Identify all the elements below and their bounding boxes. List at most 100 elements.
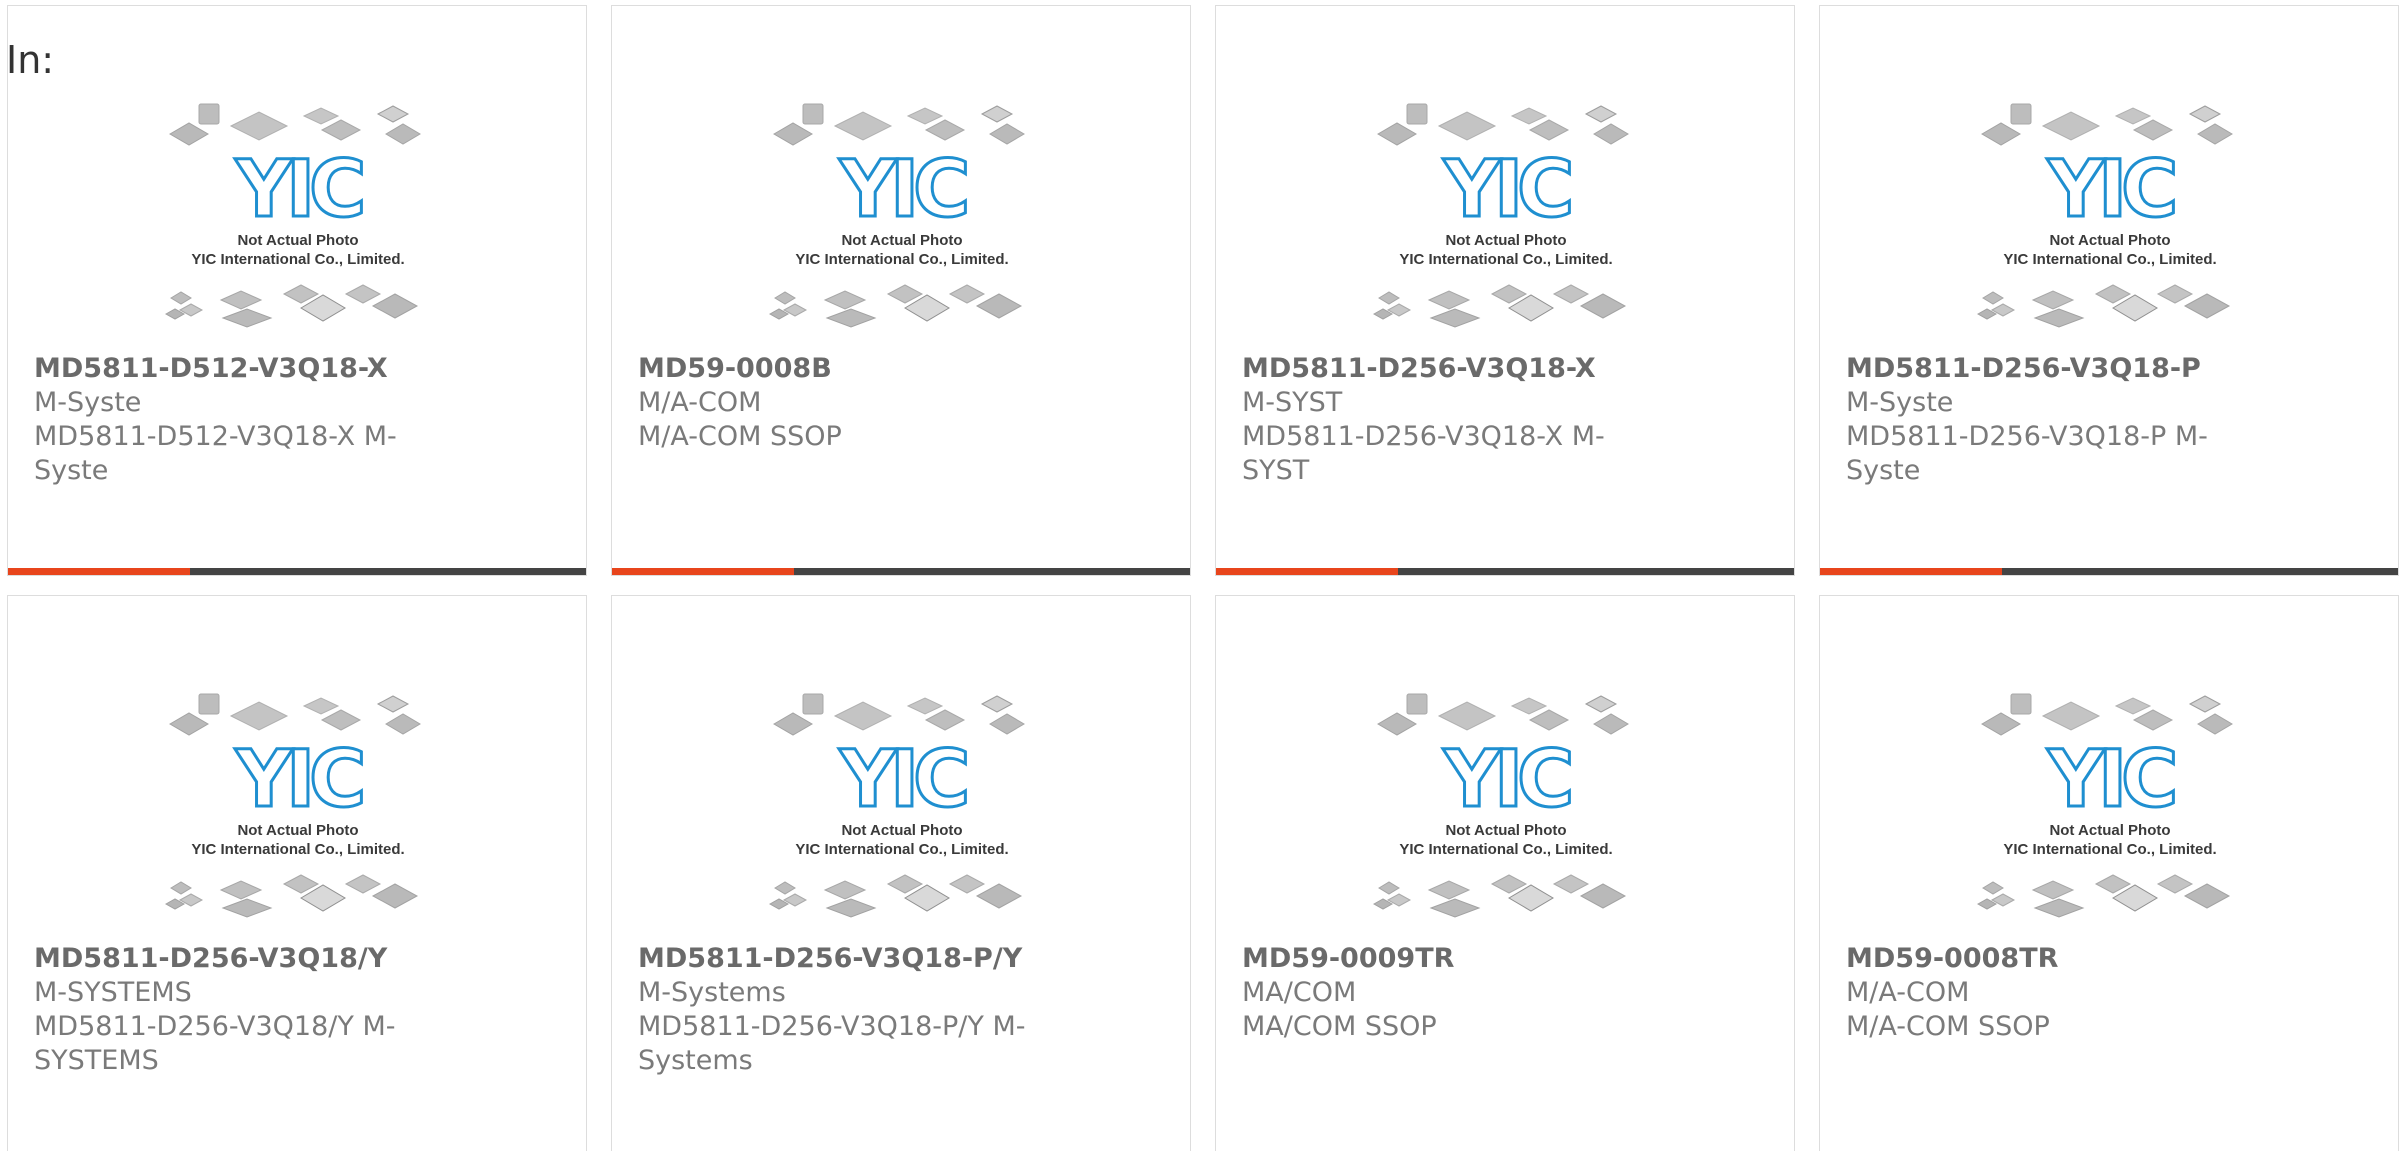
product-image[interactable]: YIC Not Actual Photo YIC International Co.… xyxy=(1371,686,1641,931)
product-card[interactable]: YIC Not Actual Photo YIC International Co.… xyxy=(7,595,587,1151)
chip-shape xyxy=(302,697,340,715)
product-description: MD5811-D256-V3Q18-X M-SYST xyxy=(1242,421,1605,486)
product-manufacturer: M-Systems xyxy=(638,977,786,1008)
chip-shape xyxy=(385,123,421,145)
chip-shape xyxy=(2132,709,2174,731)
chip-shape xyxy=(1981,712,2021,736)
product-part-number[interactable]: MD5811-D256-V3Q18-P xyxy=(1846,352,2366,386)
chip-shape xyxy=(989,713,1025,735)
chip-shape xyxy=(170,291,192,305)
chip-shape xyxy=(2031,880,2075,900)
product-card[interactable]: YIC Not Actual Photo YIC International Co.… xyxy=(1215,595,1795,1151)
chip-shape xyxy=(2114,107,2152,125)
product-card[interactable]: YIC Not Actual Photo YIC International Co.… xyxy=(7,5,587,576)
card-bottom-bar xyxy=(1216,568,1794,575)
chip-shape xyxy=(980,695,1014,713)
chip-shape xyxy=(1982,881,2004,895)
chip-shape xyxy=(823,290,867,310)
product-card[interactable]: YIC Not Actual Photo YIC International Co.… xyxy=(611,595,1191,1151)
product-manufacturer: M-SYSTEMS xyxy=(34,977,192,1008)
chip-shape xyxy=(2156,874,2194,894)
chip-shape xyxy=(2041,701,2101,731)
product-image[interactable]: YIC Not Actual Photo YIC International Co.… xyxy=(1371,96,1641,341)
chip-shape xyxy=(975,293,1023,319)
chip-shape xyxy=(1490,284,1528,304)
yic-logo: YIC xyxy=(839,735,967,825)
product-card[interactable]: YIC Not Actual Photo YIC International Co.… xyxy=(1215,5,1795,576)
chip-shape xyxy=(2188,695,2222,713)
chip-shape xyxy=(1378,881,1400,895)
placeholder-photo: YICNot Actual Photo YIC International Co.… xyxy=(768,103,1025,328)
chip-shape xyxy=(886,874,924,894)
not-actual-photo-caption: Not Actual Photo xyxy=(237,232,358,249)
product-image[interactable]: YIC Not Actual Photo YIC International Co.… xyxy=(767,96,1037,341)
chip-shape xyxy=(1406,693,1428,715)
chip-illustrations: YICNot Actual Photo YIC International Co.… xyxy=(1976,693,2233,918)
product-card[interactable]: YIC Not Actual Photo YIC International Co.… xyxy=(1819,595,2399,1151)
card-bar-accent xyxy=(612,568,794,575)
chip-shape xyxy=(823,880,867,900)
chip-illustrations: YICNot Actual Photo YIC International Co.… xyxy=(1372,693,1629,918)
product-image[interactable]: YIC Not Actual Photo YIC International Co.… xyxy=(163,96,433,341)
chip-shape xyxy=(385,713,421,735)
chip-shape xyxy=(302,107,340,125)
product-part-number[interactable]: MD5811-D256-V3Q18-P/Y xyxy=(638,942,1158,976)
placeholder-photo: YICNot Actual Photo YIC International Co.… xyxy=(164,693,421,918)
yic-logo: YIC xyxy=(1443,145,1571,235)
chip-shape xyxy=(371,883,419,909)
chip-shape xyxy=(221,898,273,918)
yic-logo: YIC xyxy=(235,145,363,235)
chip-shape xyxy=(2010,103,2032,125)
chip-shape xyxy=(975,883,1023,909)
chip-shape xyxy=(825,898,877,918)
chip-shape xyxy=(1593,123,1629,145)
product-description: MD5811-D256-V3Q18-P M-Syste xyxy=(1846,421,2208,486)
product-part-number[interactable]: MD5811-D256-V3Q18/Y xyxy=(34,942,554,976)
chip-shape xyxy=(376,695,410,713)
product-part-number[interactable]: MD59-0009TR xyxy=(1242,942,1762,976)
product-manufacturer: M/A-COM xyxy=(638,387,762,418)
product-image[interactable]: YIC Not Actual Photo YIC International Co.… xyxy=(767,686,1037,931)
product-part-number[interactable]: MD59-0008TR xyxy=(1846,942,2366,976)
product-part-number[interactable]: MD5811-D256-V3Q18-X xyxy=(1242,352,1762,386)
product-manufacturer: M/A-COM xyxy=(1846,977,1970,1008)
product-part-number[interactable]: MD59-0008B xyxy=(638,352,1158,386)
chip-shape xyxy=(221,308,273,328)
placeholder-photo: YICNot Actual Photo YIC International Co.… xyxy=(1372,693,1629,918)
chip-shape xyxy=(2033,308,2085,328)
chip-shape xyxy=(1584,695,1618,713)
chip-shape xyxy=(1490,874,1528,894)
chip-shape xyxy=(2031,290,2075,310)
product-image[interactable]: YIC Not Actual Photo YIC International Co.… xyxy=(163,686,433,931)
chip-shape xyxy=(924,709,966,731)
chip-shape xyxy=(229,701,289,731)
chip-shape xyxy=(169,122,209,146)
product-card[interactable]: YIC Not Actual Photo YIC International Co.… xyxy=(1819,5,2399,576)
chip-shape xyxy=(1377,712,1417,736)
card-bar-accent xyxy=(1820,568,2002,575)
chip-shape xyxy=(802,103,824,125)
chip-shape xyxy=(1429,898,1481,918)
product-image[interactable]: YIC Not Actual Photo YIC International Co.… xyxy=(1975,96,2245,341)
not-actual-photo-caption: Not Actual Photo xyxy=(1445,232,1566,249)
yic-logo: YIC xyxy=(839,145,967,235)
chip-shape xyxy=(219,290,263,310)
card-bottom-bar xyxy=(1820,568,2398,575)
chip-shape xyxy=(948,874,986,894)
chip-illustrations: YICNot Actual Photo YIC International Co.… xyxy=(1976,103,2233,328)
product-part-number[interactable]: MD5811-D512-V3Q18-X xyxy=(34,352,554,386)
chip-shape xyxy=(924,119,966,141)
chip-shape xyxy=(1429,308,1481,328)
placeholder-photo: YICNot Actual Photo YIC International Co.… xyxy=(1976,693,2233,918)
chip-shape xyxy=(1593,713,1629,735)
chip-shape xyxy=(1406,103,1428,125)
product-image[interactable]: YIC Not Actual Photo YIC International Co.… xyxy=(1975,686,2245,931)
placeholder-photo: YICNot Actual Photo YIC International Co.… xyxy=(1372,103,1629,328)
chip-shape xyxy=(1982,291,2004,305)
product-card[interactable]: YIC Not Actual Photo YIC International Co.… xyxy=(611,5,1191,576)
chip-shape xyxy=(1981,122,2021,146)
yic-logo: YIC xyxy=(2047,145,2175,235)
chip-shape xyxy=(320,709,362,731)
chip-shape xyxy=(198,103,220,125)
chip-shape xyxy=(1552,874,1590,894)
